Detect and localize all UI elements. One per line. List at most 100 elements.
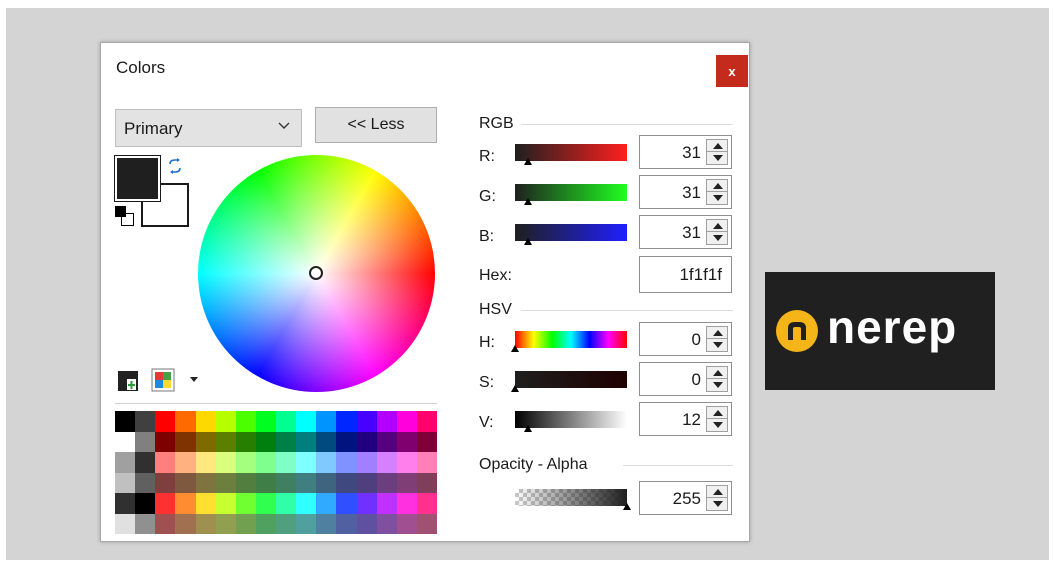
palette-swatch[interactable] — [195, 431, 216, 452]
value-spin-down[interactable] — [707, 419, 727, 431]
palette-swatch[interactable] — [336, 431, 357, 452]
value-input[interactable]: 12 — [639, 402, 732, 436]
green-spin-down[interactable] — [707, 192, 727, 204]
palette-swatch[interactable] — [115, 411, 136, 432]
alpha-input[interactable]: 255 — [639, 481, 732, 515]
blue-spin-up[interactable] — [707, 220, 727, 232]
palette-swatch[interactable] — [175, 452, 196, 473]
palette-swatch[interactable] — [255, 513, 276, 534]
palette-swatch[interactable] — [255, 452, 276, 473]
saturation-spinner[interactable] — [706, 366, 728, 392]
value-spinner[interactable] — [706, 406, 728, 432]
hue-spin-up[interactable] — [707, 327, 727, 339]
palette-swatch[interactable] — [215, 472, 236, 493]
palette-swatch[interactable] — [175, 411, 196, 432]
palette-swatch[interactable] — [135, 513, 156, 534]
color-wheel-marker[interactable] — [309, 266, 323, 280]
palette-swatch[interactable] — [396, 411, 417, 432]
palette-swatch[interactable] — [356, 493, 377, 514]
add-color-icon[interactable] — [117, 370, 139, 392]
red-slider-thumb[interactable] — [524, 158, 533, 165]
palette-swatch[interactable] — [376, 493, 397, 514]
palette-swatch[interactable] — [336, 472, 357, 493]
blue-input[interactable]: 31 — [639, 215, 732, 249]
palette-swatch[interactable] — [316, 472, 337, 493]
palette-swatch[interactable] — [276, 452, 297, 473]
value-slider-thumb[interactable] — [524, 425, 533, 432]
blue-spin-down[interactable] — [707, 232, 727, 244]
palette-swatch[interactable] — [316, 452, 337, 473]
hue-spinner[interactable] — [706, 326, 728, 352]
red-spin-up[interactable] — [707, 140, 727, 152]
palette-swatch[interactable] — [195, 452, 216, 473]
palette-swatch[interactable] — [336, 452, 357, 473]
hue-input[interactable]: 0 — [639, 322, 732, 356]
green-spinner[interactable] — [706, 179, 728, 205]
palette-swatch[interactable] — [296, 411, 317, 432]
palette-swatch[interactable] — [235, 452, 256, 473]
palette-swatch[interactable] — [255, 411, 276, 432]
palette-swatch[interactable] — [416, 493, 437, 514]
palette-swatch[interactable] — [115, 472, 136, 493]
palette-swatch[interactable] — [215, 431, 236, 452]
palette-swatch[interactable] — [235, 493, 256, 514]
palette-swatch[interactable] — [376, 411, 397, 432]
palette-swatch[interactable] — [135, 431, 156, 452]
primary-color-swatch[interactable] — [114, 155, 161, 202]
alpha-spin-up[interactable] — [707, 486, 727, 498]
palette-swatch[interactable] — [115, 493, 136, 514]
palette-swatch[interactable] — [155, 431, 176, 452]
palette-swatch[interactable] — [276, 513, 297, 534]
palette-swatch[interactable] — [155, 513, 176, 534]
palette-swatch[interactable] — [215, 411, 236, 432]
palette-swatch[interactable] — [416, 513, 437, 534]
palette-swatch[interactable] — [175, 513, 196, 534]
palette-swatch[interactable] — [235, 411, 256, 432]
palette-swatch[interactable] — [296, 493, 317, 514]
palette-swatch[interactable] — [115, 452, 136, 473]
palette-swatch[interactable] — [195, 493, 216, 514]
palette-swatch[interactable] — [316, 411, 337, 432]
palette-swatch[interactable] — [155, 472, 176, 493]
palette-swatch[interactable] — [316, 493, 337, 514]
palette-swatch[interactable] — [135, 452, 156, 473]
saturation-slider[interactable] — [511, 371, 627, 392]
palette-swatch[interactable] — [396, 513, 417, 534]
palette-swatch[interactable] — [356, 472, 377, 493]
saturation-spin-up[interactable] — [707, 367, 727, 379]
palette-swatch[interactable] — [356, 411, 377, 432]
red-spin-down[interactable] — [707, 152, 727, 164]
palette-swatch[interactable] — [276, 431, 297, 452]
palette-swatch[interactable] — [175, 431, 196, 452]
palette-swatch[interactable] — [356, 452, 377, 473]
palette-swatch[interactable] — [296, 452, 317, 473]
hex-input[interactable]: 1f1f1f — [639, 256, 732, 293]
palette-swatch[interactable] — [235, 513, 256, 534]
palette-swatch[interactable] — [276, 493, 297, 514]
blue-slider-thumb[interactable] — [524, 238, 533, 245]
palette-swatch[interactable] — [376, 431, 397, 452]
palette-swatch[interactable] — [155, 452, 176, 473]
green-input[interactable]: 31 — [639, 175, 732, 209]
red-spinner[interactable] — [706, 139, 728, 165]
green-slider[interactable] — [515, 184, 627, 205]
less-button[interactable]: << Less — [315, 107, 437, 143]
palette-icon[interactable] — [151, 368, 175, 392]
hue-slider[interactable] — [511, 331, 627, 352]
alpha-slider[interactable] — [515, 489, 631, 510]
palette-swatch[interactable] — [195, 472, 216, 493]
palette-swatch[interactable] — [396, 431, 417, 452]
palette-swatch[interactable] — [276, 411, 297, 432]
blue-slider[interactable] — [515, 224, 627, 245]
palette-swatch[interactable] — [296, 513, 317, 534]
palette-swatch[interactable] — [235, 431, 256, 452]
red-slider[interactable] — [515, 144, 627, 165]
palette-swatch[interactable] — [416, 472, 437, 493]
value-slider[interactable] — [515, 411, 627, 432]
alpha-spinner[interactable] — [706, 485, 728, 511]
palette-swatch[interactable] — [175, 472, 196, 493]
palette-swatch[interactable] — [336, 411, 357, 432]
swap-arrows-icon[interactable] — [167, 158, 183, 174]
palette-swatch[interactable] — [155, 493, 176, 514]
palette-swatch[interactable] — [175, 493, 196, 514]
